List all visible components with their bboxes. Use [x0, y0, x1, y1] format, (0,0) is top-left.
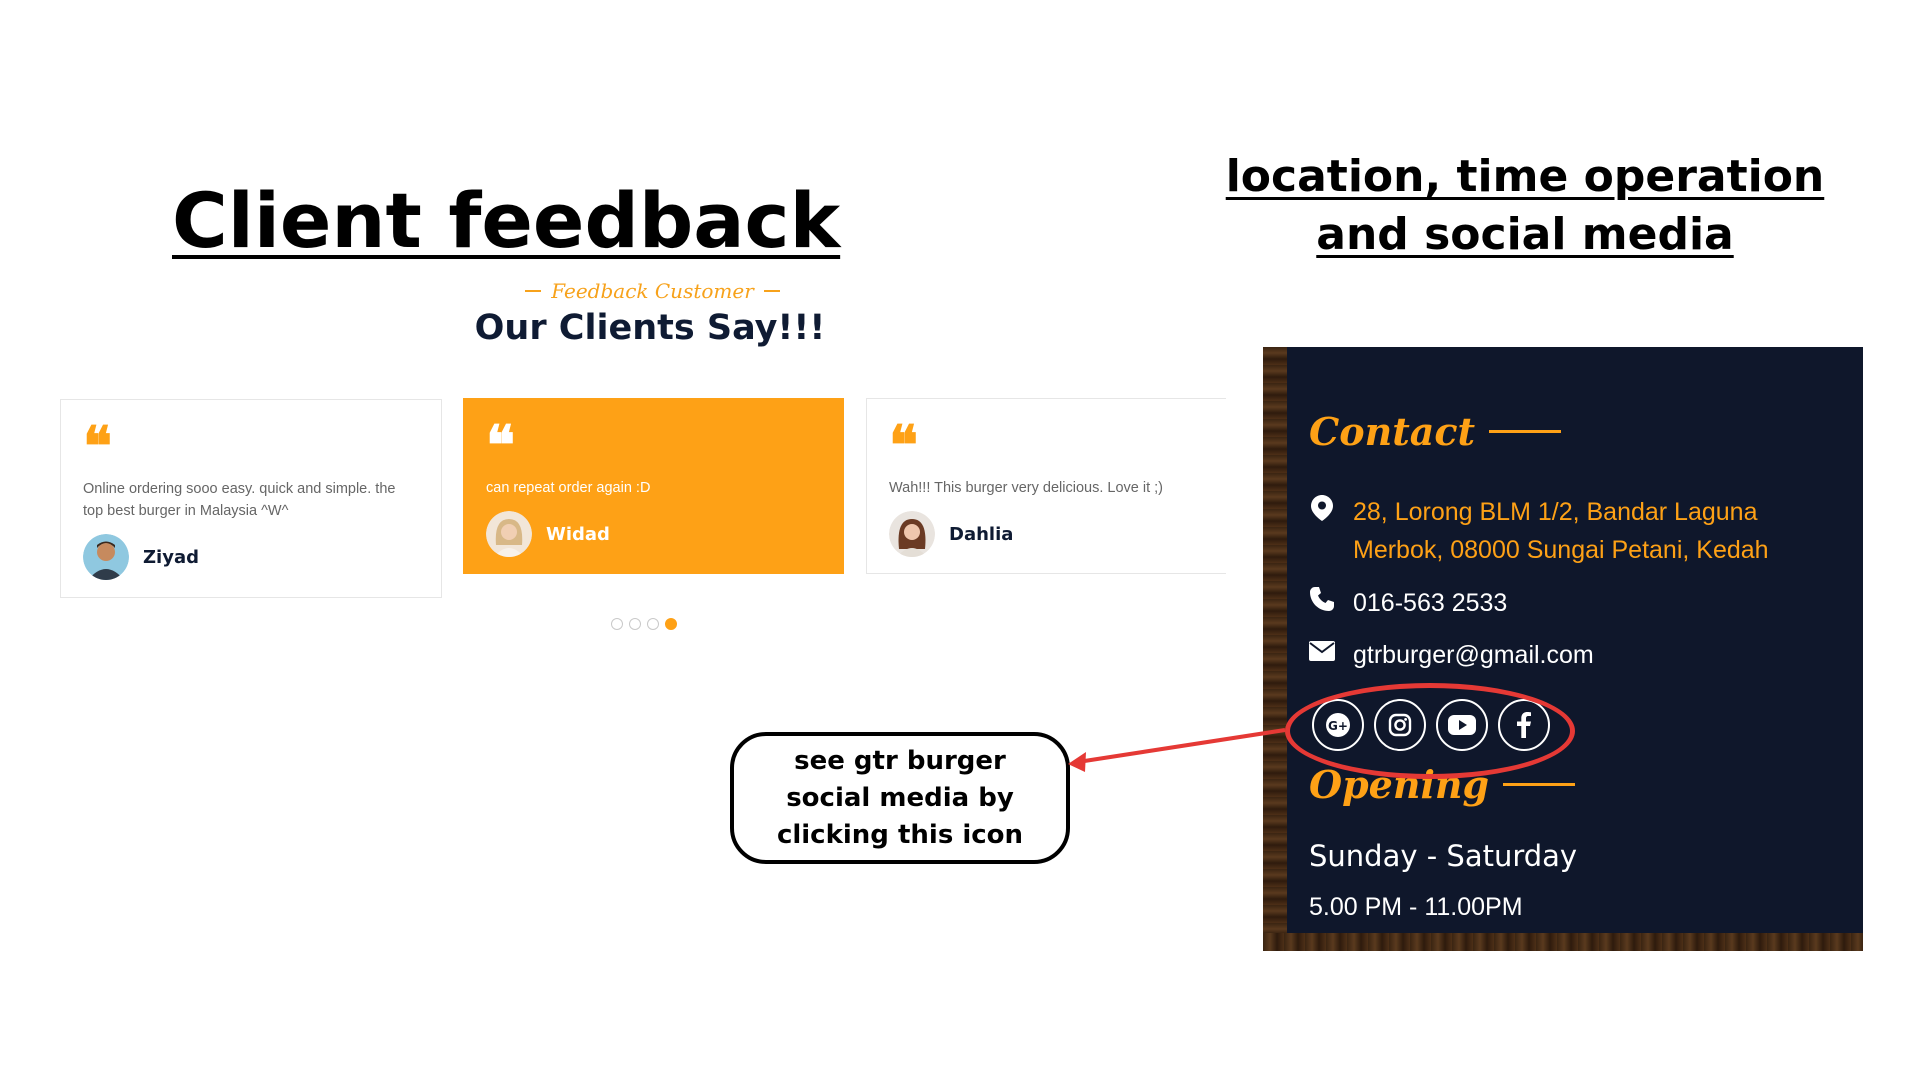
opening-time: 5.00 PM - 11.00PM	[1309, 893, 1523, 921]
client-feedback-heading: Client feedback	[172, 176, 841, 265]
location-pin-icon	[1309, 495, 1335, 521]
quote-icon: ❝	[83, 414, 113, 478]
contact-heading: Contact	[1309, 409, 1562, 454]
testimonial-card[interactable]: ❝ Wah!!! This burger very delicious. Lov…	[866, 398, 1226, 574]
location-heading: location, time operation and social medi…	[1225, 151, 1825, 260]
feedback-subtitle: Feedback Customer	[525, 276, 780, 306]
address-text: 28, Lorong BLM 1/2, Bandar Laguna Merbok…	[1353, 498, 1769, 564]
opening-days: Sunday - Saturday	[1309, 839, 1578, 873]
testimonial-author: Dahlia	[889, 511, 1204, 557]
pagination-dot[interactable]	[647, 618, 659, 630]
phone-number[interactable]: 016-563 2533	[1353, 584, 1507, 622]
email-address[interactable]: gtrburger@gmail.com	[1353, 636, 1594, 674]
phone-row: 016-563 2533	[1309, 584, 1507, 622]
wood-border-left	[1263, 347, 1287, 951]
feedback-title: Our Clients Say!!!	[474, 308, 826, 348]
avatar	[83, 534, 129, 580]
testimonial-text: can repeat order again :D	[486, 480, 651, 496]
testimonial-author: Ziyad	[83, 534, 419, 580]
avatar	[486, 511, 532, 557]
wood-border-bottom	[1263, 933, 1863, 951]
contact-title: Contact	[1309, 409, 1476, 454]
quote-icon: ❝	[486, 413, 516, 477]
author-name: Dahlia	[949, 523, 1014, 545]
envelope-icon	[1309, 638, 1335, 664]
address-row: 28, Lorong BLM 1/2, Bandar Laguna Merbok…	[1309, 493, 1809, 569]
subtitle-line-right	[763, 290, 780, 292]
testimonial-text: Wah!!! This burger very delicious. Love …	[889, 480, 1163, 496]
pagination-dot[interactable]	[629, 618, 641, 630]
author-name: Widad	[546, 523, 610, 545]
annotation-highlight-ring	[1285, 683, 1575, 779]
quote-icon: ❝	[889, 413, 919, 477]
phone-icon	[1309, 586, 1335, 612]
carousel-pagination	[611, 618, 677, 630]
testimonial-card[interactable]: ❝ Online ordering sooo easy. quick and s…	[60, 399, 442, 598]
email-row: gtrburger@gmail.com	[1309, 636, 1594, 674]
feedback-subtitle-text: Feedback Customer	[551, 279, 754, 303]
testimonial-card[interactable]: ❝ can repeat order again :D Widad	[463, 398, 844, 574]
testimonial-author: Widad	[486, 511, 821, 557]
subtitle-line-left	[525, 290, 542, 292]
pagination-dot[interactable]	[611, 618, 623, 630]
pagination-dot-active[interactable]	[665, 618, 677, 630]
title-line	[1489, 430, 1562, 433]
avatar	[889, 511, 935, 557]
contact-panel: Contact 28, Lorong BLM 1/2, Bandar Lagun…	[1263, 347, 1863, 951]
testimonial-text: Online ordering sooo easy. quick and sim…	[83, 481, 396, 519]
annotation-callout: see gtr burger social media by clicking …	[730, 732, 1070, 864]
title-line	[1503, 783, 1576, 786]
author-name: Ziyad	[143, 546, 199, 568]
